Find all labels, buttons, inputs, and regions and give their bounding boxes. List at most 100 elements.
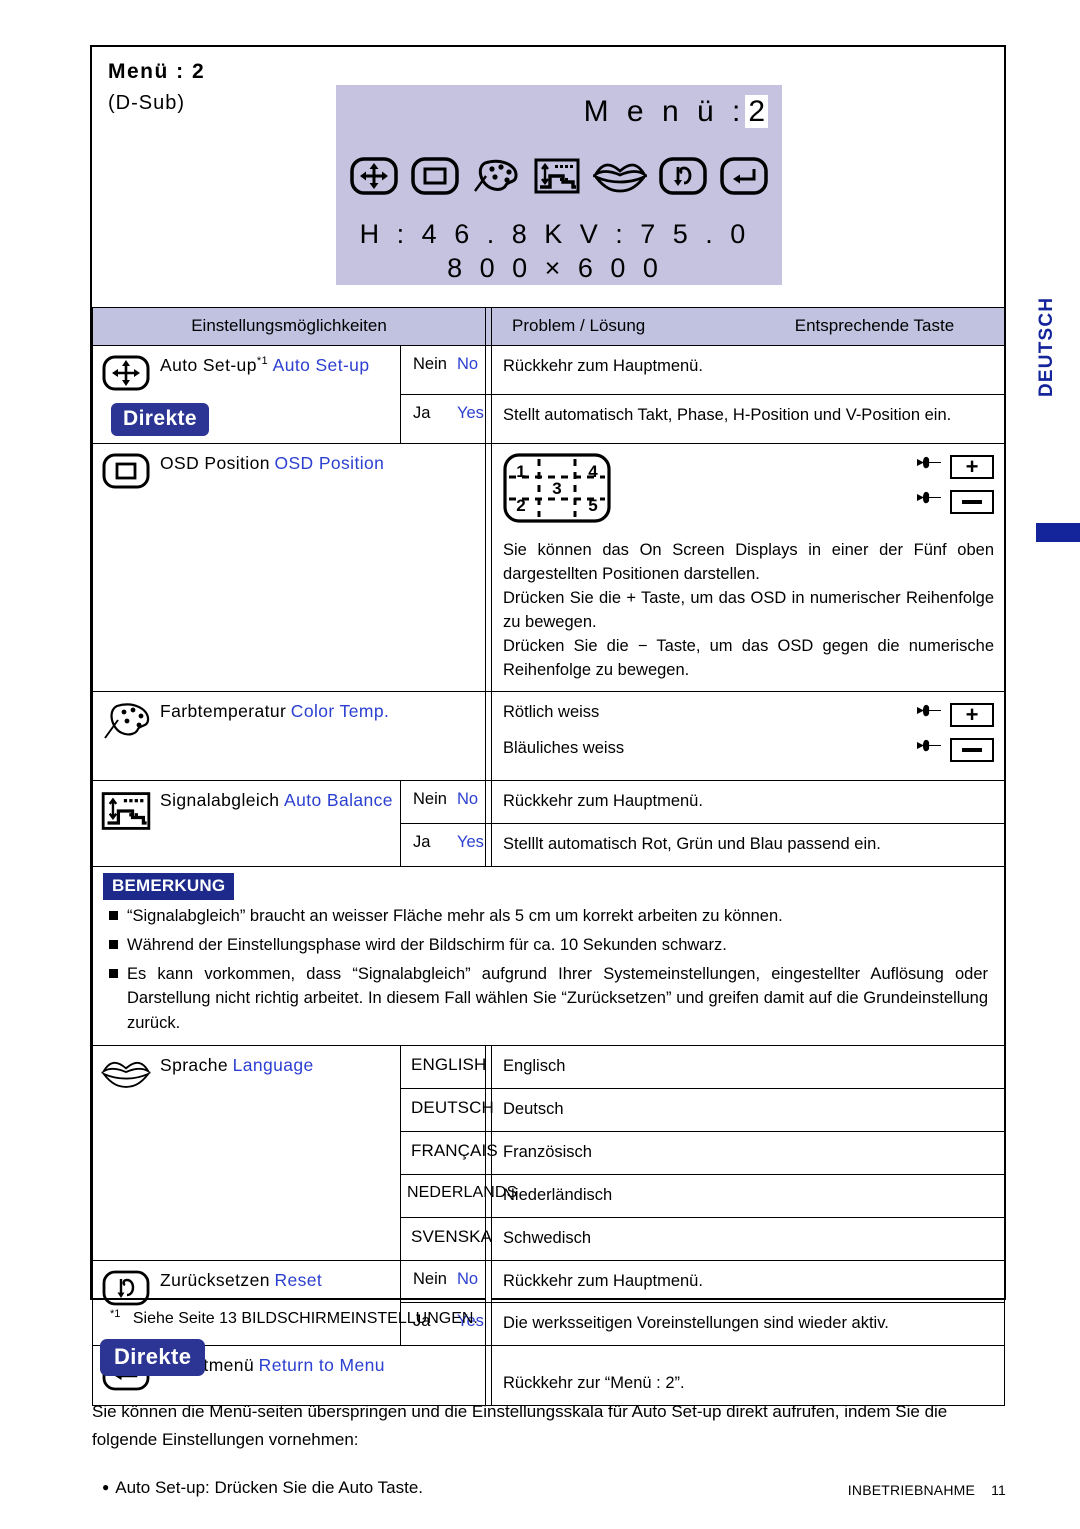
option-label-de: Ja	[413, 404, 431, 422]
list-item: “Signalabgleich” braucht an weisser Fläc…	[107, 904, 988, 929]
option-cell[interactable]: Nein No	[399, 345, 487, 395]
key-hint-plus: +	[916, 453, 995, 481]
note-row: BEMERKUNG “Signalabgleich” braucht an we…	[91, 866, 1006, 1046]
key-hint-group: +	[916, 701, 995, 771]
description-cell: Stellt automatisch Takt, Phase, H-Positi…	[491, 394, 1006, 444]
function-label-de: Farbtemperatur	[160, 701, 287, 722]
option-cell[interactable]: Nein No	[399, 1259, 487, 1304]
language-code-cell[interactable]: NEDERLANDS	[399, 1173, 517, 1218]
language-code-cell[interactable]: SVENSKA	[399, 1216, 492, 1261]
list-item: Während der Einstellungsphase wird der B…	[107, 933, 988, 958]
function-cell-auto-setup[interactable]: Auto Set-up*1 Auto Set-up Direkte	[92, 345, 401, 444]
direkte-badge-row: Direkte	[111, 403, 210, 436]
option-label-en: No	[457, 355, 479, 373]
function-label-en: Auto Balance	[284, 790, 393, 811]
description-line: Drücken Sie die + Taste, um das OSD in n…	[503, 588, 995, 631]
svg-text:5: 5	[588, 496, 597, 515]
table-row: Zurücksetzen Reset Nein No Rückkehr zum H…	[92, 1259, 1006, 1347]
footnote: *1 Siehe Seite 13 BILDSCHIRMEINSTELLUNGE…	[110, 1308, 478, 1328]
function-cell-osd-position[interactable]: OSD Position OSD Position	[91, 442, 487, 693]
option-cell[interactable]: Nein No	[399, 780, 487, 825]
svg-text:4: 4	[588, 462, 598, 481]
option-label-en: No	[457, 790, 479, 809]
page-number: 11	[991, 1482, 1006, 1498]
description-cell-osd-position: + 1 4 3 2 5 Sie können das On Screen Dis…	[491, 442, 1006, 693]
option-label-de: Nein	[413, 355, 447, 373]
pointing-hand-icon	[916, 736, 942, 764]
function-label-de: Sprache	[160, 1054, 228, 1075]
bemerkung-badge: BEMERKUNG	[103, 873, 235, 901]
footnote-marker: *1	[110, 1308, 121, 1320]
option-label-en: Yes	[457, 833, 484, 852]
key-hint-minus	[916, 488, 995, 516]
description-cell-color-temp: + Rötlich weiss Bläuliches weiss	[491, 691, 1006, 782]
table-row: Sprache Language ENGLISH Englisch	[92, 1044, 1006, 1261]
minus-button[interactable]	[950, 738, 995, 763]
function-label-de: Auto Set-up*1	[160, 355, 269, 375]
language-name-cell: Deutsch	[491, 1087, 1006, 1132]
position-arrows-icon	[101, 353, 151, 396]
footer-bullet: Auto Set-up: Drücken Sie die Auto Taste.	[102, 1478, 423, 1498]
table-header-row: Einstellungsmöglichkeiten Problem / Lösu…	[91, 307, 1006, 346]
function-cell-color-temp[interactable]: Farbtemperatur Color Temp.	[91, 691, 487, 782]
description-cell: Rückkehr zum Hauptmenü.	[491, 780, 1006, 825]
function-cell-auto-balance[interactable]: Signalabgleich Auto Balance	[92, 780, 401, 868]
page-section-label: INBETRIEBNAHME	[847, 1482, 976, 1498]
option-label-de: Ja	[413, 833, 431, 852]
plus-button[interactable]: +	[950, 454, 995, 479]
description-cell: Rückkehr zur “Menü : 2”.	[491, 1345, 1006, 1407]
language-code-cell[interactable]: FRANÇAIS	[399, 1130, 498, 1175]
function-cell-language[interactable]: Sprache Language	[92, 1044, 401, 1261]
minus-button[interactable]	[950, 489, 995, 514]
pointing-hand-icon	[916, 488, 942, 516]
plus-button[interactable]: +	[950, 703, 995, 728]
description-cell: Rückkehr zum Hauptmenü.	[491, 1259, 1006, 1304]
language-code-cell[interactable]: ENGLISH	[399, 1044, 486, 1089]
function-label-en: OSD Position	[274, 453, 385, 473]
reset-icon	[101, 1268, 151, 1311]
color-palette-icon	[101, 699, 151, 746]
language-name-cell: Französisch	[491, 1130, 1006, 1175]
header-problem-button: Problem / Lösung Entsprechende Taste	[491, 307, 1006, 346]
footnote-text: Siehe Seite 13 BILDSCHIRMEINSTELLUNGEN.	[132, 1310, 478, 1328]
function-label-en: Return to Menu	[258, 1355, 385, 1376]
pointing-hand-icon	[916, 453, 942, 481]
table-row: Farbtemperatur Color Temp. + Rötlich wei…	[91, 691, 1006, 782]
option-label-en: Yes	[457, 404, 484, 422]
option-label-en: No	[457, 1269, 479, 1288]
side-tab-marker	[1036, 523, 1080, 542]
function-label-en: Color Temp.	[290, 701, 390, 722]
header-settings: Einstellungsmöglichkeiten	[91, 307, 487, 346]
key-hint-group: +	[916, 453, 995, 523]
table-row: OSD Position OSD Position + 1 4 3 2 5 Si…	[91, 442, 1006, 693]
language-code-cell[interactable]: DEUTSCH	[399, 1087, 494, 1132]
page-footer: INBETRIEBNAHME 11	[848, 1482, 1006, 1498]
footnote-marker: *1	[256, 355, 269, 368]
option-cell[interactable]: Ja Yes	[399, 823, 487, 868]
function-label-de: OSD Position	[160, 453, 270, 473]
option-cell[interactable]: Ja Yes	[399, 394, 487, 444]
key-hint-minus	[916, 736, 995, 764]
function-label-en: Auto Set-up	[272, 355, 370, 375]
description-line: Drücken Sie die − Taste, um das OSD gege…	[503, 636, 995, 679]
function-label-de: Zurücksetzen	[160, 1269, 270, 1290]
function-label-de: Signalabgleich	[160, 790, 280, 811]
direkte-badge-footer: Direkte	[100, 1339, 206, 1376]
side-tab-deutsch: DEUTSCH	[1036, 296, 1057, 397]
description-line: Sie können das On Screen Displays in ein…	[503, 540, 995, 583]
svg-text:2: 2	[516, 496, 525, 515]
option-label-de: Nein	[413, 1269, 447, 1288]
bemerkung-list: “Signalabgleich” braucht an weisser Fläc…	[93, 904, 1004, 1036]
description-cell: Rückkehr zum Hauptmenü.	[491, 345, 1006, 395]
description-cell: Die werksseitigen Voreinstellungen sind …	[491, 1302, 1006, 1347]
language-name-cell: Englisch	[491, 1044, 1006, 1089]
list-item: Es kann vorkommen, dass “Signalabgleich”…	[107, 962, 988, 1036]
function-cell-reset[interactable]: Zurücksetzen Reset	[92, 1259, 401, 1347]
pointing-hand-icon	[916, 701, 942, 729]
description-cell: Stelllt automatisch Rot, Grün und Blau p…	[491, 823, 1006, 868]
footer-paragraph: Sie können die Menü-seiten überspringen …	[92, 1402, 948, 1450]
table-row: Signalabgleich Auto Balance Nein No Rückk…	[92, 780, 1006, 868]
language-lips-icon	[100, 1053, 152, 1096]
function-label-en: Reset	[274, 1269, 323, 1290]
key-hint-plus: +	[916, 701, 995, 729]
